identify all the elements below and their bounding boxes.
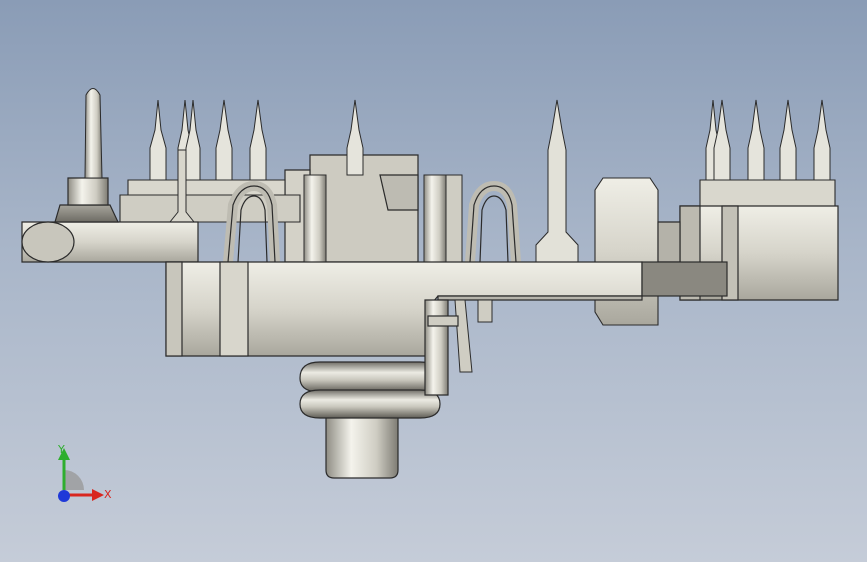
x-axis-arrow bbox=[92, 489, 104, 501]
z-axis-dot bbox=[58, 490, 70, 502]
axis-triad: Y X bbox=[57, 443, 112, 502]
right-spring-clip[interactable] bbox=[465, 180, 521, 263]
center-pin bbox=[535, 99, 579, 263]
right-terminal-base[interactable] bbox=[699, 179, 836, 209]
right-octagon-block[interactable] bbox=[594, 177, 659, 326]
shaft[interactable] bbox=[84, 88, 103, 179]
x-axis-label: X bbox=[104, 488, 112, 501]
graphics-viewport[interactable]: Y X bbox=[0, 0, 867, 562]
triad-quarter-disc bbox=[64, 470, 84, 490]
right-terminal-pins bbox=[705, 99, 831, 181]
y-axis-label: Y bbox=[57, 443, 65, 456]
lower-tabs bbox=[454, 299, 493, 373]
part-model[interactable] bbox=[0, 0, 867, 562]
